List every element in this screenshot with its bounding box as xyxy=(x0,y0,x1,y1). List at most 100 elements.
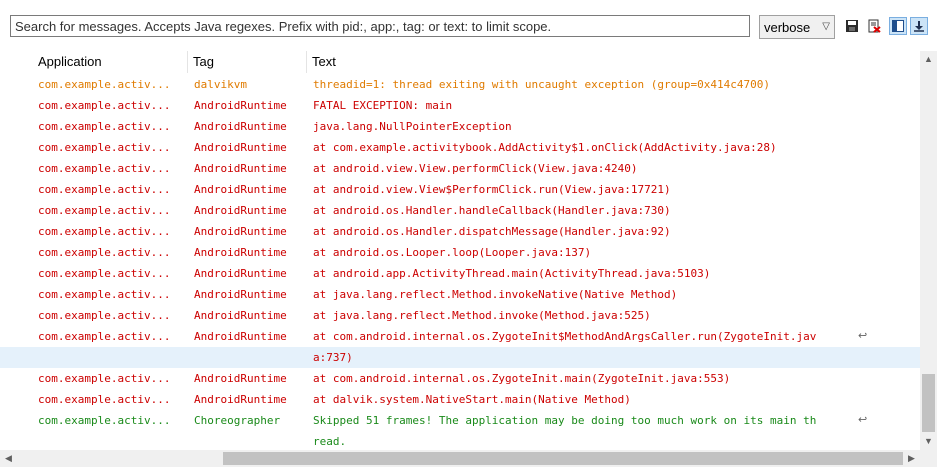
table-row[interactable]: com.example.activ... dalvikvm threadid=1: … xyxy=(0,74,920,95)
row-application: com.example.activ... xyxy=(38,204,171,217)
row-tag: AndroidRuntime xyxy=(194,246,287,259)
row-tag: AndroidRuntime xyxy=(194,288,287,301)
row-text: at dalvik.system.NativeStart.main(Native… xyxy=(313,393,631,406)
clear-log-icon xyxy=(868,19,881,33)
table-row[interactable]: a:737) xyxy=(0,347,920,368)
table-row[interactable]: com.example.activ... AndroidRuntime at and… xyxy=(0,242,920,263)
row-text: at com.android.internal.os.ZygoteInit.ma… xyxy=(313,372,731,385)
table-row[interactable]: com.example.activ... AndroidRuntime FATAL … xyxy=(0,95,920,116)
column-header-text[interactable]: Text xyxy=(308,51,920,73)
row-tag: AndroidRuntime xyxy=(194,99,287,112)
row-text: at android.view.View$PerformClick.run(Vi… xyxy=(313,183,671,196)
row-text: java.lang.NullPointerException xyxy=(313,120,512,133)
row-tag: AndroidRuntime xyxy=(194,141,287,154)
table-row[interactable]: com.example.activ... Choreographer Skipped… xyxy=(0,410,920,431)
scroll-lock-button[interactable] xyxy=(910,17,928,35)
table-row[interactable]: com.example.activ... AndroidRuntime at com… xyxy=(0,326,920,347)
table-row[interactable]: com.example.activ... AndroidRuntime at and… xyxy=(0,179,920,200)
log-table-body: com.example.activ... dalvikvm threadid=1: … xyxy=(0,74,920,450)
row-application: com.example.activ... xyxy=(38,141,171,154)
table-row[interactable]: com.example.activ... AndroidRuntime at com… xyxy=(0,137,920,158)
row-application: com.example.activ... xyxy=(38,162,171,175)
panel-toggle-icon xyxy=(892,20,904,32)
table-row[interactable]: com.example.activ... AndroidRuntime at and… xyxy=(0,200,920,221)
log-level-select[interactable]: verbose ▽ xyxy=(759,15,835,39)
row-text: at android.os.Handler.dispatchMessage(Ha… xyxy=(313,225,671,238)
row-tag: AndroidRuntime xyxy=(194,204,287,217)
column-header-tag[interactable]: Tag xyxy=(189,51,307,73)
table-row[interactable]: com.example.activ... AndroidRuntime at jav… xyxy=(0,284,920,305)
table-row[interactable]: com.example.activ... AndroidRuntime at and… xyxy=(0,158,920,179)
row-tag: Choreographer xyxy=(194,414,281,427)
log-level-value: verbose xyxy=(764,19,811,35)
row-text: at android.app.ActivityThread.main(Activ… xyxy=(313,267,711,280)
save-icon xyxy=(846,20,858,32)
toolbar: verbose ▽ xyxy=(0,0,949,46)
row-application: com.example.activ... xyxy=(38,246,171,259)
row-tag: AndroidRuntime xyxy=(194,393,287,406)
save-button[interactable] xyxy=(843,17,861,35)
row-application: com.example.activ... xyxy=(38,393,171,406)
row-text: at android.view.View.performClick(View.j… xyxy=(313,162,638,175)
row-tag: AndroidRuntime xyxy=(194,330,287,343)
row-application: com.example.activ... xyxy=(38,288,171,301)
row-tag: AndroidRuntime xyxy=(194,183,287,196)
row-application: com.example.activ... xyxy=(38,372,171,385)
row-tag: AndroidRuntime xyxy=(194,372,287,385)
row-application: com.example.activ... xyxy=(38,309,171,322)
row-text: FATAL EXCEPTION: main xyxy=(313,99,453,112)
row-text: at com.android.internal.os.ZygoteInit$Me… xyxy=(313,330,817,343)
row-text: a:737) xyxy=(313,351,353,364)
table-row[interactable]: com.example.activ... AndroidRuntime java.l… xyxy=(0,116,920,137)
row-application xyxy=(38,431,188,450)
table-row[interactable]: com.example.activ... AndroidRuntime at dal… xyxy=(0,389,920,410)
row-text: at com.example.activitybook.AddActivity$… xyxy=(313,141,777,154)
clear-log-button[interactable] xyxy=(865,17,883,35)
row-text: read. xyxy=(313,435,347,448)
log-table-header: Application Tag Text xyxy=(0,51,920,73)
row-application: com.example.activ... xyxy=(38,267,171,280)
row-application: com.example.activ... xyxy=(38,330,171,343)
table-row[interactable]: com.example.activ... AndroidRuntime at and… xyxy=(0,263,920,284)
scroll-lock-icon xyxy=(914,21,924,32)
table-row[interactable]: read. xyxy=(0,431,920,450)
row-tag: dalvikvm xyxy=(194,78,247,91)
row-application: com.example.activ... xyxy=(38,78,171,91)
row-tag: AndroidRuntime xyxy=(194,162,287,175)
row-text: at java.lang.reflect.Method.invoke(Metho… xyxy=(313,309,651,322)
row-text: at java.lang.reflect.Method.invokeNative… xyxy=(313,288,678,301)
scroll-right-arrow-icon[interactable]: ▶ xyxy=(903,450,920,467)
search-input[interactable] xyxy=(10,15,750,37)
row-tag: AndroidRuntime xyxy=(194,225,287,238)
row-tag: AndroidRuntime xyxy=(194,309,287,322)
row-application xyxy=(38,347,188,368)
row-text: Skipped 51 frames! The application may b… xyxy=(313,414,817,427)
row-tag xyxy=(194,431,306,450)
scroll-left-arrow-icon[interactable]: ◀ xyxy=(0,450,17,467)
row-application: com.example.activ... xyxy=(38,225,171,238)
chevron-down-icon: ▽ xyxy=(822,21,830,32)
row-application: com.example.activ... xyxy=(38,120,171,133)
row-application: com.example.activ... xyxy=(38,414,171,427)
row-application: com.example.activ... xyxy=(38,99,171,112)
scroll-up-arrow-icon[interactable]: ▲ xyxy=(920,51,937,68)
row-application: com.example.activ... xyxy=(38,183,171,196)
line-wrap-icon: ↩ xyxy=(858,414,868,426)
row-text: at android.os.Looper.loop(Looper.java:13… xyxy=(313,246,592,259)
line-wrap-icon: ↩ xyxy=(858,330,868,342)
table-row[interactable]: com.example.activ... AndroidRuntime at and… xyxy=(0,221,920,242)
scrollbar-corner xyxy=(920,450,937,467)
column-header-application[interactable]: Application xyxy=(34,51,188,73)
row-tag: AndroidRuntime xyxy=(194,120,287,133)
table-row[interactable]: com.example.activ... AndroidRuntime at jav… xyxy=(0,305,920,326)
vertical-scrollbar[interactable]: ▲ ▼ xyxy=(920,51,937,450)
panel-toggle-button[interactable] xyxy=(889,17,907,35)
row-tag xyxy=(194,347,306,368)
scroll-down-arrow-icon[interactable]: ▼ xyxy=(920,433,937,450)
horizontal-scroll-thumb[interactable] xyxy=(223,452,903,465)
vertical-scroll-thumb[interactable] xyxy=(922,374,935,432)
row-text: threadid=1: thread exiting with uncaught… xyxy=(313,78,770,91)
horizontal-scrollbar[interactable]: ◀ ▶ xyxy=(0,450,920,467)
row-text: at android.os.Handler.handleCallback(Han… xyxy=(313,204,671,217)
table-row[interactable]: com.example.activ... AndroidRuntime at com… xyxy=(0,368,920,389)
